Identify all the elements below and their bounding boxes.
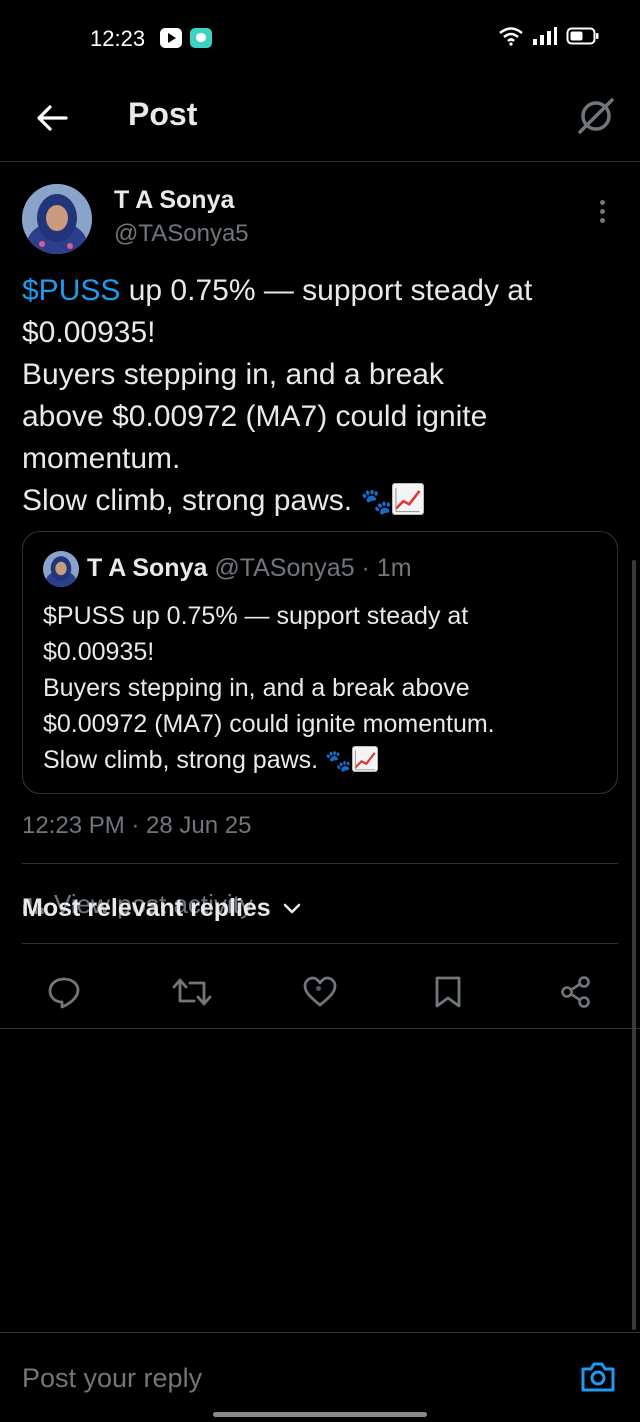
camera-icon: [581, 1362, 615, 1392]
status-indicators: [498, 26, 600, 46]
reply-composer: [0, 1332, 640, 1412]
wifi-icon: [499, 27, 523, 46]
reply-button[interactable]: [39, 967, 89, 1017]
grok-icon: [578, 98, 614, 134]
author-handle[interactable]: @TASonya5: [114, 220, 249, 248]
back-button[interactable]: [30, 96, 74, 140]
paw-emoji: 🐾: [325, 749, 352, 774]
quote-handle-time: @TASonya5 · 1m: [207, 554, 412, 582]
like-button[interactable]: [295, 967, 345, 1017]
post-timestamp: 12:23 PM · 28 Jun 25: [22, 812, 252, 839]
cashtag-link[interactable]: $PUSS: [22, 274, 120, 307]
more-options-button[interactable]: [590, 200, 614, 230]
bookmark-icon: [435, 976, 461, 1008]
youtube-icon: [160, 28, 182, 48]
section-divider: [0, 1028, 640, 1029]
grok-button[interactable]: [574, 94, 618, 138]
chart-increasing-emoji: [392, 483, 424, 515]
share-button[interactable]: [551, 967, 601, 1017]
divider: [22, 943, 618, 944]
quote-author-name: T A Sonya: [87, 554, 208, 582]
action-bar: [0, 962, 640, 1028]
post-text: $PUSS up 0.75% — support steady at $0.00…: [22, 274, 533, 517]
home-indicator[interactable]: [213, 1412, 427, 1417]
reply-input[interactable]: [22, 1363, 522, 1394]
chart-increasing-emoji: [351, 745, 378, 772]
replies-sort-label: Most relevant replies: [22, 894, 271, 922]
avatar-image: [22, 184, 92, 254]
reply-icon: [48, 977, 80, 1009]
signal-icon: [533, 27, 557, 45]
like-icon: [303, 976, 337, 1007]
author-name[interactable]: T A Sonya: [114, 186, 234, 215]
chat-app-icon: [190, 28, 212, 48]
quote-header: T A Sonya @TASonya5 · 1m: [87, 554, 412, 583]
replies-sort-dropdown[interactable]: Most relevant replies: [22, 894, 301, 923]
paw-emoji: 🐾: [360, 487, 393, 517]
repost-button[interactable]: [167, 967, 217, 1017]
page-title: Post: [128, 96, 198, 132]
quote-text: $PUSS up 0.75% — support steady at $0.00…: [43, 602, 495, 774]
bookmark-button[interactable]: [423, 967, 473, 1017]
divider: [22, 863, 618, 864]
status-time: 12:23: [90, 26, 146, 51]
top-app-bar: Post: [0, 80, 640, 162]
arrow-left-icon: [37, 105, 68, 131]
quoted-post[interactable]: T A Sonya @TASonya5 · 1m $PUSS up 0.75% …: [22, 531, 618, 794]
loading-indicator: [316, 986, 321, 991]
status-bar: 12:23: [0, 0, 640, 80]
avatar[interactable]: [22, 184, 92, 254]
scrollbar[interactable]: [632, 560, 636, 1330]
share-icon: [561, 976, 590, 1008]
quote-avatar: [43, 551, 79, 587]
chevron-down-icon: [283, 903, 301, 913]
camera-button[interactable]: [580, 1359, 616, 1395]
repost-icon: [172, 978, 212, 1006]
battery-icon: [566, 27, 599, 45]
